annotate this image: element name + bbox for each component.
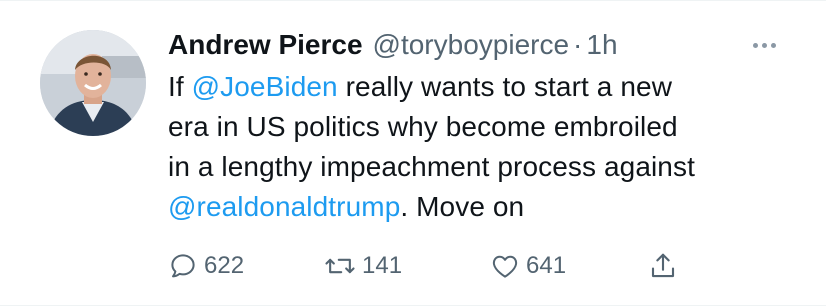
retweet-button[interactable]: 141 bbox=[324, 246, 402, 286]
author-display-name[interactable]: Andrew Pierce bbox=[168, 25, 363, 65]
header-separator: · bbox=[573, 29, 583, 60]
tweet-text-line-4: @realdonaldtrump. Move on bbox=[168, 187, 808, 227]
reply-bubble-icon bbox=[171, 254, 195, 278]
text-segment: If bbox=[168, 71, 192, 102]
text-segment: . Move on bbox=[400, 191, 525, 222]
retweet-arrows-icon bbox=[325, 258, 355, 274]
share-button[interactable] bbox=[648, 246, 678, 286]
mention-link-realdonaldtrump[interactable]: @realdonaldtrump bbox=[168, 191, 400, 222]
heart-outline-icon bbox=[492, 255, 518, 278]
tweet-header: Andrew Pierce @toryboypierce · 1h bbox=[168, 25, 618, 65]
tweet-text-line-2: era in US politics why become embroiled bbox=[168, 111, 678, 142]
author-handle[interactable]: @toryboypierce bbox=[373, 25, 570, 65]
share-upload-icon bbox=[651, 253, 675, 278]
retweet-count: 141 bbox=[362, 252, 403, 279]
avatar-photo bbox=[40, 30, 146, 136]
tweet-text: If @JoeBiden really wants to start a new… bbox=[168, 67, 808, 227]
reply-button[interactable]: 622 bbox=[168, 246, 244, 286]
reply-count: 622 bbox=[204, 252, 245, 279]
mention-link-joebiden[interactable]: @JoeBiden bbox=[192, 71, 338, 102]
tweet-timestamp[interactable]: 1h bbox=[586, 25, 617, 65]
more-options-button[interactable] bbox=[753, 31, 776, 59]
tweet-actions-bar: 622 141 641 bbox=[168, 246, 708, 286]
like-count: 641 bbox=[526, 252, 567, 279]
tweet-card[interactable]: Andrew Pierce @toryboypierce · 1h If @Jo… bbox=[0, 0, 826, 306]
text-segment: really wants to start a new bbox=[337, 71, 673, 102]
like-button[interactable]: 641 bbox=[490, 246, 566, 286]
tweet-text-line-1: If @JoeBiden really wants to start a new bbox=[168, 67, 808, 107]
more-horizontal-icon bbox=[753, 42, 776, 48]
avatar[interactable] bbox=[40, 30, 146, 136]
tweet-text-line-3: in a lengthy impeachment process against bbox=[168, 151, 695, 182]
